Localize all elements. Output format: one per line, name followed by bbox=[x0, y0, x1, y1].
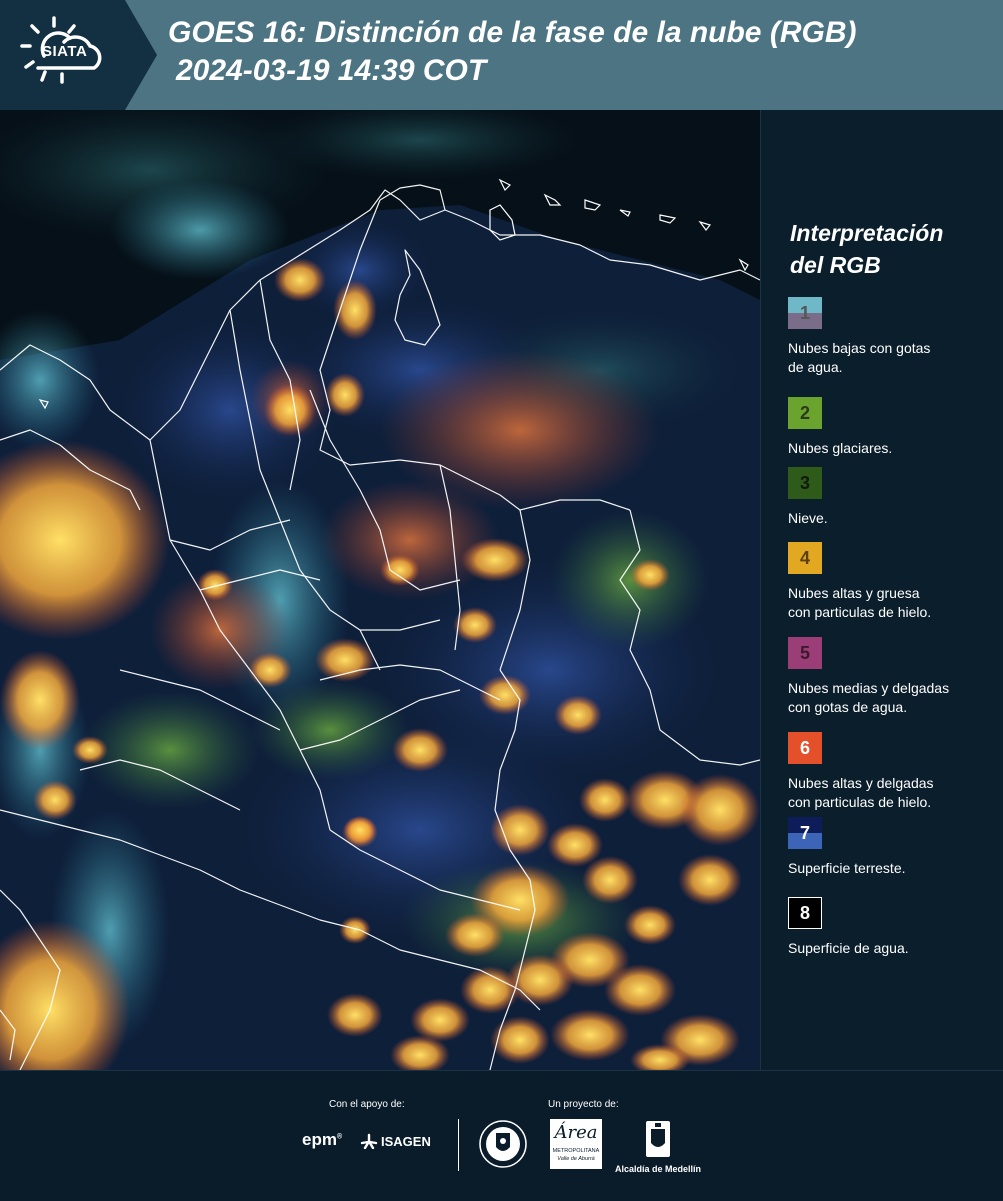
legend-item-6: 6 Nubes altas y delgadas con particulas de… bbox=[788, 732, 998, 812]
legend-title-line2: del RGB bbox=[790, 252, 881, 278]
logo-text: SIATA bbox=[42, 43, 88, 60]
legend-swatch: 5 bbox=[788, 637, 822, 669]
legend-label-line1: Nubes altas y gruesa bbox=[788, 585, 920, 601]
legend-number: 1 bbox=[799, 302, 810, 323]
legend-label: Superficie terreste. bbox=[788, 859, 998, 878]
medellin-seal-logo[interactable] bbox=[478, 1119, 528, 1174]
legend-label: Nieve. bbox=[788, 509, 998, 528]
seal-icon bbox=[479, 1120, 527, 1168]
legend-item-4: 4 Nubes altas y gruesa con particulas de h… bbox=[788, 542, 998, 622]
legend-swatch: 2 bbox=[788, 397, 822, 429]
legend-number: 6 bbox=[799, 737, 810, 758]
legend-swatch: 4 bbox=[788, 542, 822, 574]
legend-number: 8 bbox=[799, 902, 810, 923]
legend-label-line1: Nieve. bbox=[788, 510, 828, 526]
legend-label: Superficie de agua. bbox=[788, 939, 998, 958]
isagen-logo-text: ISAGEN bbox=[381, 1133, 431, 1149]
legend-swatch: 6 bbox=[788, 732, 822, 764]
header: SIATA GOES 16: Distinción de la fase de … bbox=[0, 0, 1003, 110]
epm-logo[interactable]: epm® bbox=[302, 1130, 342, 1150]
legend-number: 7 bbox=[799, 822, 810, 843]
legend-panel: Interpretación del RGB 1 Nubes bajas con … bbox=[760, 110, 1003, 1070]
legend-label: Nubes altas y delgadas con particulas de … bbox=[788, 774, 998, 812]
legend-item-2: 2 Nubes glaciares. bbox=[788, 397, 998, 458]
legend-label: Nubes bajas con gotas de agua. bbox=[788, 339, 998, 377]
legend-number: 3 bbox=[799, 472, 810, 493]
legend-swatch: 3 bbox=[788, 467, 822, 499]
legend-swatch: 8 bbox=[788, 897, 822, 929]
legend-item-7: 7 Superficie terreste. bbox=[788, 817, 998, 878]
title-line1: GOES 16: Distinción de la fase de la nub… bbox=[168, 16, 857, 49]
logo-arrow bbox=[125, 0, 157, 110]
legend-title-line1: Interpretación bbox=[790, 220, 944, 246]
area-logo-sub1: METROPOLITANA bbox=[552, 1148, 600, 1154]
legend-number: 2 bbox=[799, 402, 810, 423]
legend-label-line2: con gotas de agua. bbox=[788, 699, 908, 715]
siata-logo[interactable]: SIATA bbox=[0, 0, 125, 110]
legend-label-line1: Superficie terreste. bbox=[788, 860, 906, 876]
satellite-map[interactable] bbox=[0, 110, 760, 1070]
legend-label-line1: Superficie de agua. bbox=[788, 940, 909, 956]
legend-item-5: 5 Nubes medias y delgadas con gotas de agu… bbox=[788, 637, 998, 717]
isagen-star-icon bbox=[360, 1133, 378, 1149]
project-label: Un proyecto de: bbox=[548, 1099, 619, 1110]
footer: Con el apoyo de: Un proyecto de: epm® IS… bbox=[0, 1070, 1003, 1201]
satellite-image bbox=[0, 110, 760, 1070]
legend-title: Interpretación del RGB bbox=[790, 217, 943, 281]
area-metropolitana-logo[interactable]: Área METROPOLITANA Valle de Aburrá bbox=[550, 1119, 602, 1169]
page-title: GOES 16: Distinción de la fase de la nub… bbox=[168, 14, 856, 90]
legend-label-line2: con particulas de hielo. bbox=[788, 794, 932, 810]
coat-of-arms-icon bbox=[646, 1121, 670, 1157]
area-logo-word: Área bbox=[554, 1122, 598, 1143]
legend-label-line1: Nubes glaciares. bbox=[788, 440, 893, 456]
epm-logo-text: epm bbox=[302, 1130, 337, 1149]
legend-label-line1: Nubes medias y delgadas bbox=[788, 680, 950, 696]
registered-mark: ® bbox=[336, 1133, 343, 1141]
legend-label: Nubes medias y delgadas con gotas de agua… bbox=[788, 679, 998, 717]
support-label: Con el apoyo de: bbox=[329, 1099, 405, 1110]
footer-divider bbox=[458, 1119, 459, 1171]
area-logo-sub2: Valle de Aburrá bbox=[557, 1156, 595, 1162]
legend-item-1: 1 Nubes bajas con gotas de agua. bbox=[788, 297, 998, 377]
legend-swatch: 7 bbox=[788, 817, 822, 849]
legend-label-line2: con particulas de hielo. bbox=[788, 604, 932, 620]
legend-label-line1: Nubes altas y delgadas bbox=[788, 775, 934, 791]
legend-label-line1: Nubes bajas con gotas bbox=[788, 340, 931, 356]
legend-label: Nubes altas y gruesa con particulas de hi… bbox=[788, 584, 998, 622]
legend-item-8: 8 Superficie de agua. bbox=[788, 897, 998, 958]
isagen-logo[interactable]: ISAGEN bbox=[360, 1133, 431, 1149]
legend-number: 5 bbox=[799, 642, 810, 663]
legend-item-3: 3 Nieve. bbox=[788, 467, 998, 528]
legend-number: 4 bbox=[799, 547, 810, 568]
legend-label-line2: de agua. bbox=[788, 359, 843, 375]
alcaldia-logo[interactable]: Alcaldía de Medellín bbox=[613, 1119, 703, 1174]
legend-swatch: 1 bbox=[788, 297, 822, 329]
title-line2: 2024-03-19 14:39 COT bbox=[176, 54, 487, 87]
legend-label: Nubes glaciares. bbox=[788, 439, 998, 458]
alcaldia-logo-text: Alcaldía de Medellín bbox=[614, 1164, 702, 1174]
